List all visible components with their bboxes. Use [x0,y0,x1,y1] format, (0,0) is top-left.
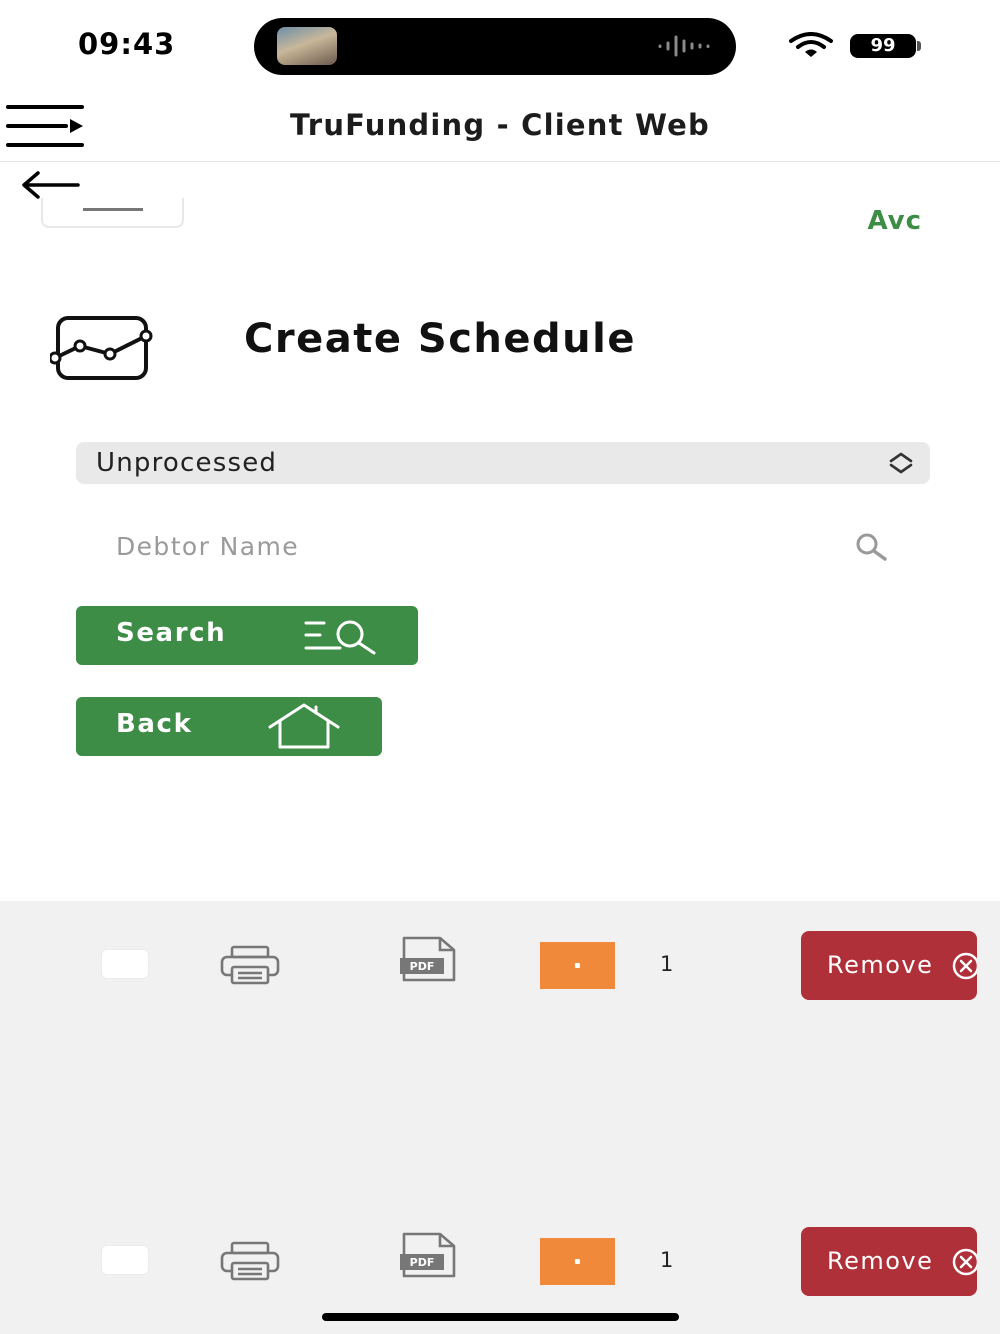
back-button[interactable]: Back [76,697,382,756]
row-checkbox[interactable] [101,1245,149,1275]
user-name: Avc [867,206,922,236]
app-title: TruFunding - Client Web [290,108,710,142]
row-checkbox[interactable] [101,949,149,979]
wifi-icon [789,32,833,57]
debtor-name-input[interactable] [98,520,898,572]
status-time: 09:43 [78,27,176,61]
chart-line-icon [50,316,153,380]
remove-button[interactable]: Remove [801,1227,977,1296]
pdf-icon[interactable]: PDF [396,936,460,982]
now-playing-artwork [277,27,337,65]
search-button-label: Search [116,618,227,648]
back-arrow-icon[interactable] [20,168,82,202]
audio-wave-icon [658,35,710,57]
list-item: PDF 1 Remove [0,931,1000,1004]
row-count: 1 [660,1248,674,1272]
search-list-icon [304,620,376,655]
status-color-swatch[interactable] [540,942,615,989]
battery-indicator: 99 [850,34,916,58]
back-button-label: Back [116,709,193,739]
status-color-swatch[interactable] [540,1238,615,1285]
row-count: 1 [660,952,674,976]
battery-cap [917,41,921,51]
swatch-dot [575,1259,580,1264]
remove-button[interactable]: Remove [801,931,977,1000]
status-select-value: Unprocessed [96,448,278,478]
remove-button-label: Remove [827,951,934,979]
list-item: PDF 1 Remove [0,1227,1000,1300]
pdf-label: PDF [410,1256,435,1269]
pdf-icon[interactable]: PDF [396,1232,460,1278]
search-icon[interactable] [852,532,892,562]
printer-icon[interactable] [218,945,282,985]
home-icon [268,703,340,749]
printer-icon[interactable] [218,1241,282,1281]
pdf-label: PDF [410,960,435,973]
close-circle-icon [952,952,977,980]
close-circle-icon [952,1248,977,1276]
schedule-list: PDF 1 Remove PDF 1 Remove [0,901,1000,1334]
collapsed-tab[interactable] [41,198,184,228]
swatch-dot [575,963,580,968]
remove-button-label: Remove [827,1247,934,1275]
page-title: Create Schedule [244,316,636,362]
status-select[interactable]: Unprocessed [76,442,930,484]
app-header: TruFunding - Client Web [0,90,1000,162]
chevron-up-down-icon [889,452,913,474]
dynamic-island [254,18,736,75]
tab-indicator [83,208,143,211]
search-button[interactable]: Search [76,606,418,665]
home-indicator[interactable] [322,1313,679,1321]
